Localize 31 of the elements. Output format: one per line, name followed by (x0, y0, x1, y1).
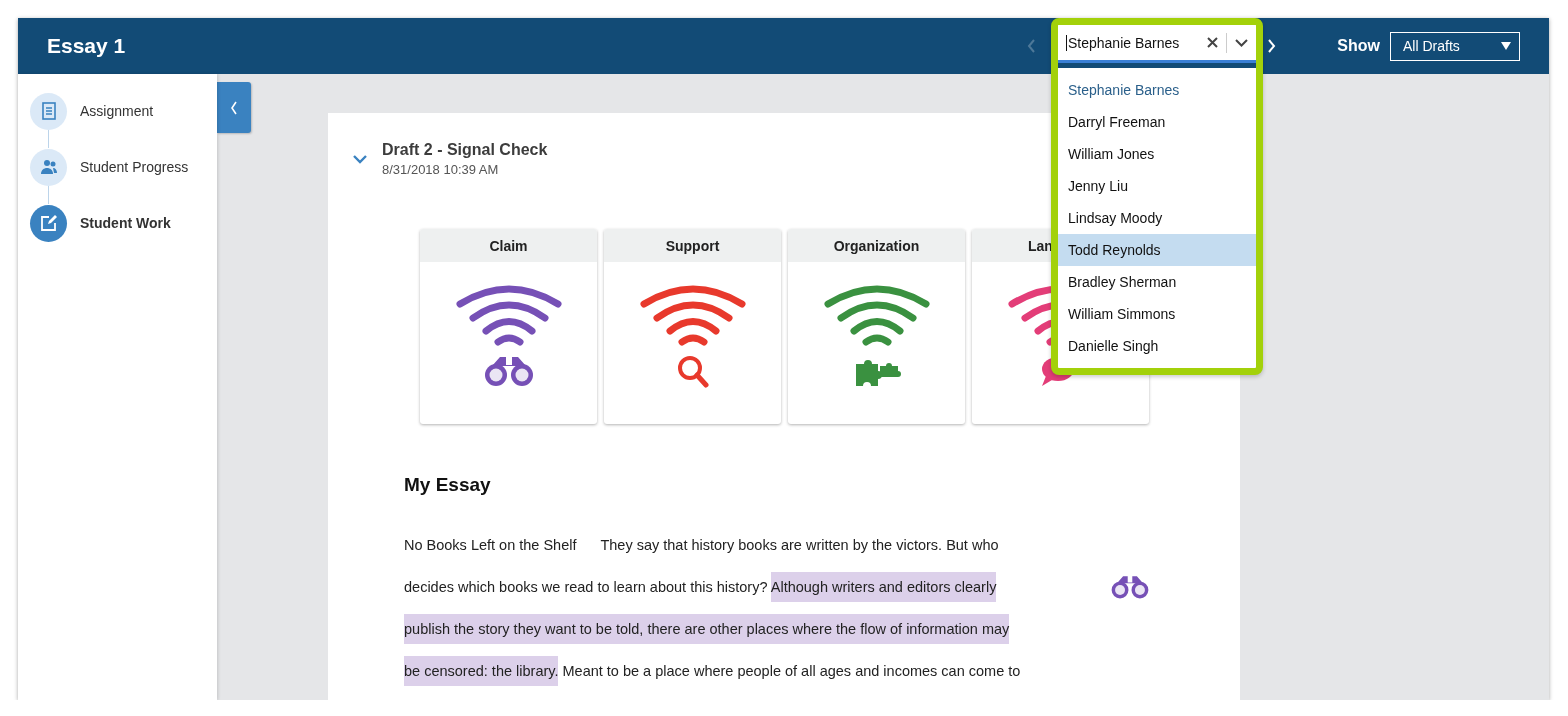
signal-label: Claim (420, 229, 597, 262)
chevron-icon (230, 99, 238, 116)
chevron-icon[interactable] (352, 153, 368, 165)
student-option[interactable]: Todd Reynolds (1058, 234, 1256, 266)
student-option[interactable]: Jenny Liu (1058, 170, 1256, 202)
draft-title: Draft 2 - Signal Check (382, 141, 548, 159)
student-select-field[interactable]: Stephanie Barnes (1058, 25, 1256, 64)
sidebar-item[interactable]: Assignment (30, 92, 217, 130)
essay-heading: My Essay (404, 474, 492, 496)
signal-label: Organization (788, 229, 965, 262)
student-option[interactable]: Danielle Singh (1058, 330, 1256, 362)
document-icon (40, 102, 57, 120)
next-icon[interactable] (1267, 38, 1278, 54)
page-title: Essay 1 (47, 34, 127, 58)
people-icon (39, 159, 58, 175)
sidebar-item[interactable]: Student Progress (30, 148, 217, 186)
drafts-select[interactable]: All Drafts (1390, 31, 1520, 61)
binoculars-icon (1109, 574, 1151, 600)
signal-label: Support (604, 229, 781, 262)
student-option[interactable]: William Jones (1058, 138, 1256, 170)
student-option[interactable]: Darryl Freeman (1058, 106, 1256, 138)
student-option[interactable]: Stephanie Barnes (1058, 74, 1256, 106)
student-option[interactable]: William Simmons (1058, 298, 1256, 330)
student-option[interactable]: Lindsay Moody (1058, 202, 1256, 234)
edit-icon (39, 214, 58, 232)
essay-paragraph: No Books Left on the Shelf They say that history books are written by the victors. But who decides which books we read to learn about this history? Although writers and editors clearly publish the story they want to be told, there are other places where the flow of information may be censored: the library. Meant to be a place where people of all ages and incomes can come to (404, 524, 1094, 692)
show-label: Show (1337, 37, 1380, 55)
student-option[interactable]: Bradley Sherman (1058, 266, 1256, 298)
sidebar-item[interactable]: Student Work (30, 204, 217, 242)
caret-icon (1501, 42, 1511, 50)
draft-date: 8/31/2018 10:39 AM (382, 162, 500, 177)
